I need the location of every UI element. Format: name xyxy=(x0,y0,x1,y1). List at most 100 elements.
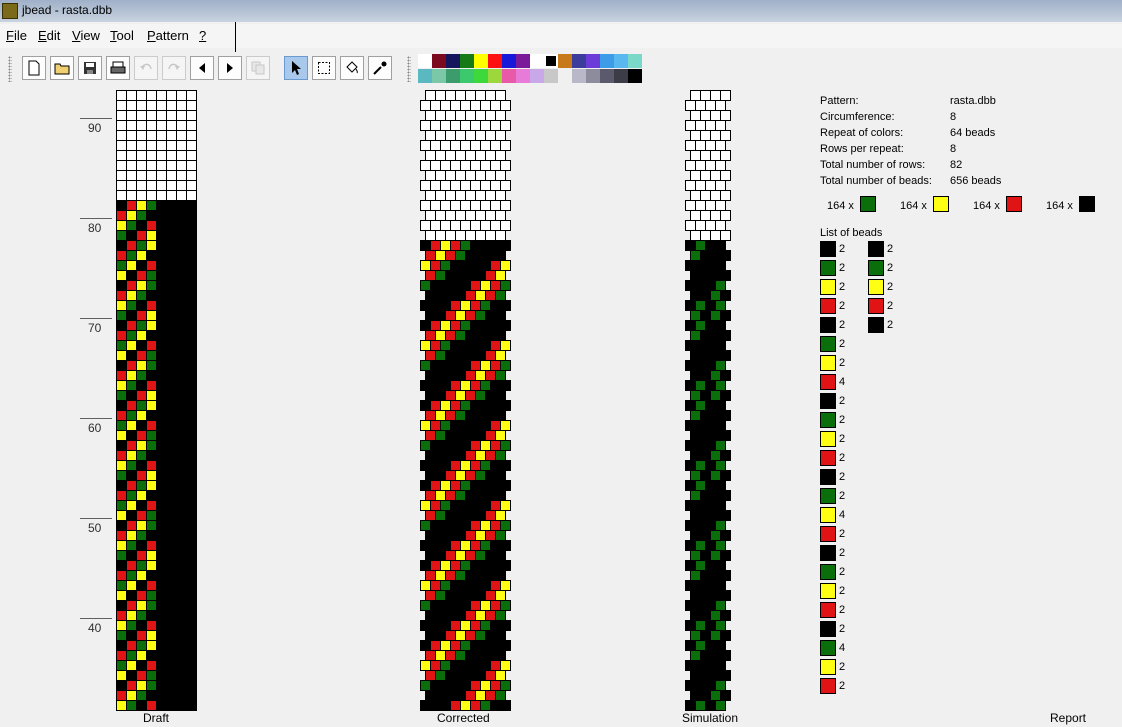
corrected-bead[interactable] xyxy=(460,420,471,431)
corrected-bead[interactable] xyxy=(425,290,436,301)
corrected-bead[interactable] xyxy=(495,230,506,241)
draft-bead[interactable] xyxy=(176,390,187,401)
corrected-bead[interactable] xyxy=(460,680,471,691)
draft-bead[interactable] xyxy=(116,630,127,641)
draft-bead[interactable] xyxy=(116,210,127,221)
simulation-bead[interactable] xyxy=(715,160,726,171)
corrected-bead[interactable] xyxy=(485,650,496,661)
corrected-bead[interactable] xyxy=(445,650,456,661)
corrected-bead[interactable] xyxy=(475,490,486,501)
simulation-bead[interactable] xyxy=(700,230,711,241)
draft-bead[interactable] xyxy=(126,490,137,501)
corrected-bead[interactable] xyxy=(495,410,506,421)
corrected-bead[interactable] xyxy=(425,570,436,581)
corrected-bead[interactable] xyxy=(460,360,471,371)
draft-bead[interactable] xyxy=(166,510,177,521)
corrected-bead[interactable] xyxy=(465,90,476,101)
draft-bead[interactable] xyxy=(116,590,127,601)
simulation-bead[interactable] xyxy=(690,290,701,301)
corrected-bead[interactable] xyxy=(460,340,471,351)
simulation-bead[interactable] xyxy=(710,230,721,241)
draft-bead[interactable] xyxy=(156,530,167,541)
draft-bead[interactable] xyxy=(116,490,127,501)
draft-bead[interactable] xyxy=(126,600,137,611)
pointer-button[interactable] xyxy=(284,56,308,80)
corrected-bead[interactable] xyxy=(460,380,471,391)
draft-bead[interactable] xyxy=(166,610,177,621)
draft-bead[interactable] xyxy=(146,670,157,681)
corrected-bead[interactable] xyxy=(460,280,471,291)
draft-bead[interactable] xyxy=(156,340,167,351)
draft-bead[interactable] xyxy=(176,180,187,191)
corrected-bead[interactable] xyxy=(495,510,506,521)
draft-bead[interactable] xyxy=(156,680,167,691)
corrected-bead[interactable] xyxy=(500,300,511,311)
draft-bead[interactable] xyxy=(146,370,157,381)
corrected-bead[interactable] xyxy=(440,140,451,151)
draft-bead[interactable] xyxy=(186,600,197,611)
corrected-bead[interactable] xyxy=(455,650,466,661)
corrected-bead[interactable] xyxy=(430,300,441,311)
draft-bead[interactable] xyxy=(126,570,137,581)
corrected-bead[interactable] xyxy=(485,690,496,701)
corrected-bead[interactable] xyxy=(440,120,451,131)
corrected-bead[interactable] xyxy=(450,660,461,671)
draft-bead[interactable] xyxy=(146,220,157,231)
draft-bead[interactable] xyxy=(136,670,147,681)
corrected-bead[interactable] xyxy=(475,510,486,521)
draft-bead[interactable] xyxy=(146,360,157,371)
simulation-bead[interactable] xyxy=(705,460,716,471)
fill-bucket-button[interactable] xyxy=(340,56,364,80)
draft-bead[interactable] xyxy=(136,540,147,551)
simulation-bead[interactable] xyxy=(700,290,711,301)
draft-bead[interactable] xyxy=(176,590,187,601)
corrected-bead[interactable] xyxy=(455,290,466,301)
corrected-bead[interactable] xyxy=(475,90,486,101)
simulation-bead[interactable] xyxy=(695,660,706,671)
draft-bead[interactable] xyxy=(156,270,167,281)
simulation-bead[interactable] xyxy=(700,170,711,181)
draft-bead[interactable] xyxy=(156,320,167,331)
palette-swatch[interactable] xyxy=(530,69,544,83)
select-rect-button[interactable] xyxy=(312,56,336,80)
palette-swatch[interactable] xyxy=(474,69,488,83)
simulation-bead[interactable] xyxy=(710,410,721,421)
draft-bead[interactable] xyxy=(126,130,137,141)
simulation-bead[interactable] xyxy=(685,680,696,691)
simulation-bead[interactable] xyxy=(710,530,721,541)
corrected-bead[interactable] xyxy=(450,680,461,691)
corrected-bead[interactable] xyxy=(440,440,451,451)
simulation-bead[interactable] xyxy=(705,300,716,311)
corrected-bead[interactable] xyxy=(455,330,466,341)
corrected-bead[interactable] xyxy=(480,500,491,511)
simulation-bead[interactable] xyxy=(705,420,716,431)
draft-bead[interactable] xyxy=(126,420,137,431)
corrected-bead[interactable] xyxy=(420,340,431,351)
corrected-bead[interactable] xyxy=(465,590,476,601)
draft-bead[interactable] xyxy=(176,680,187,691)
corrected-bead[interactable] xyxy=(500,340,511,351)
draft-bead[interactable] xyxy=(166,360,177,371)
simulation-bead[interactable] xyxy=(715,560,726,571)
draft-bead[interactable] xyxy=(176,280,187,291)
corrected-bead[interactable] xyxy=(485,330,496,341)
draft-bead[interactable] xyxy=(146,390,157,401)
corrected-bead[interactable] xyxy=(480,340,491,351)
draft-bead[interactable] xyxy=(186,330,197,341)
corrected-bead[interactable] xyxy=(435,450,446,461)
draft-bead[interactable] xyxy=(186,460,197,471)
corrected-bead[interactable] xyxy=(430,120,441,131)
draft-bead[interactable] xyxy=(126,350,137,361)
simulation-bead[interactable] xyxy=(705,320,716,331)
arrow-left-button[interactable] xyxy=(190,56,214,80)
simulation-bead[interactable] xyxy=(700,630,711,641)
draft-bead[interactable] xyxy=(126,300,137,311)
copy-button[interactable] xyxy=(246,56,270,80)
corrected-bead[interactable] xyxy=(490,340,501,351)
corrected-bead[interactable] xyxy=(460,520,471,531)
corrected-bead[interactable] xyxy=(490,240,501,251)
draft-bead[interactable] xyxy=(166,490,177,501)
draft-bead[interactable] xyxy=(136,430,147,441)
simulation-bead[interactable] xyxy=(715,580,726,591)
draft-bead[interactable] xyxy=(136,490,147,501)
